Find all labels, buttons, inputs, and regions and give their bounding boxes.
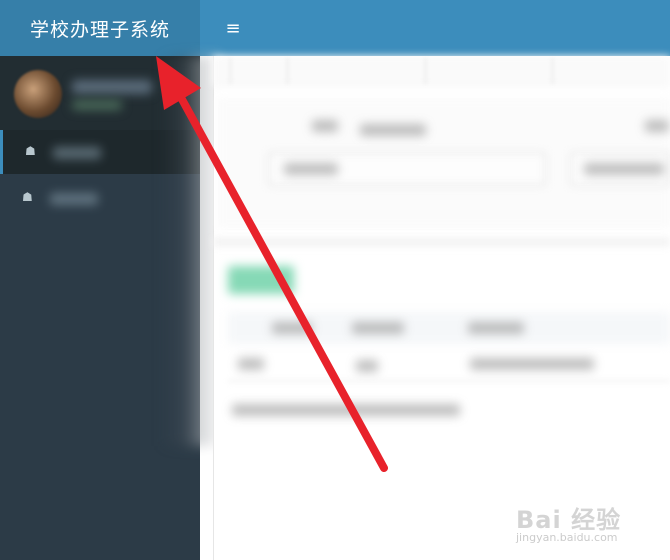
placeholder-blurred xyxy=(284,163,338,175)
sidebar-item-label-blurred xyxy=(50,193,98,205)
user-status-blurred xyxy=(72,100,122,110)
sidebar-edge-blur xyxy=(160,56,220,446)
tab-separator xyxy=(230,58,231,84)
watermark-text: Bai 经验 xyxy=(516,506,622,534)
watermark-url: jingyan.baidu.com xyxy=(516,531,618,544)
tab-bar-blurred xyxy=(213,56,670,86)
tab-separator xyxy=(425,58,426,84)
avatar[interactable] xyxy=(14,70,62,118)
user-name-blurred xyxy=(72,80,152,94)
tab-separator xyxy=(552,58,553,84)
app-title[interactable]: 学校办理子系统 xyxy=(0,0,200,56)
graduation-cap-icon: ☗ xyxy=(22,190,33,204)
column-header-blurred xyxy=(272,322,312,334)
field-label-blurred xyxy=(312,120,338,132)
section-divider xyxy=(213,238,670,246)
pagination-text-blurred xyxy=(232,404,460,416)
placeholder-blurred xyxy=(584,163,664,175)
field-value-blurred xyxy=(360,124,426,136)
sidebar-item-label-blurred xyxy=(53,147,101,159)
add-button-blurred[interactable] xyxy=(228,266,294,294)
field-label-blurred xyxy=(645,120,669,132)
menu-toggle-icon[interactable]: ≡ xyxy=(222,18,244,40)
graduation-cap-icon: ☗ xyxy=(25,144,36,158)
top-navbar xyxy=(200,0,670,56)
cell-blurred xyxy=(470,358,594,370)
cell-blurred xyxy=(238,358,264,370)
table-row-line xyxy=(228,380,670,382)
column-header-blurred xyxy=(468,322,524,334)
tab-separator xyxy=(287,58,288,84)
column-header-blurred xyxy=(352,322,404,334)
cell-blurred xyxy=(356,360,378,372)
